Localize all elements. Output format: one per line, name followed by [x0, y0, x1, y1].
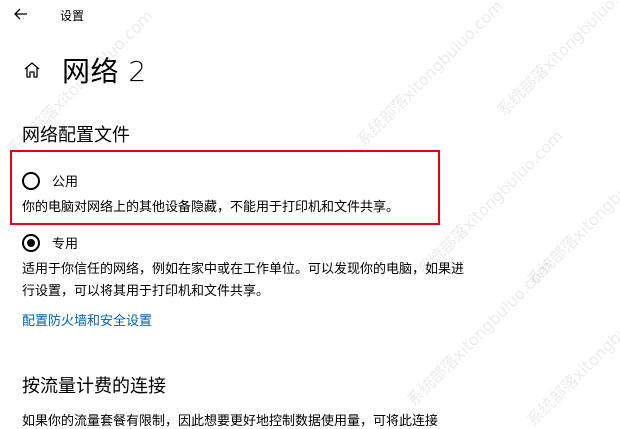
radio-checked-icon[interactable] [22, 233, 40, 252]
radio-dot [27, 238, 35, 247]
radio-private-label: 专用 [52, 237, 79, 252]
watermark-text: 系统部落xitongbuluo.com [523, 136, 620, 290]
firewall-settings-link[interactable]: 配置防火墙和安全设置 [22, 310, 152, 329]
back-button[interactable] [10, 3, 32, 25]
public-description: 你的电脑对网络上的其他设备隐藏，不能用于打印机和文件共享。 [22, 200, 400, 215]
back-arrow-icon [14, 8, 27, 20]
radio-public[interactable]: 公用 [22, 171, 78, 190]
watermark-text: 系统部落xitongbuluo.com [523, 276, 620, 427]
radio-unchecked-icon[interactable] [22, 171, 40, 190]
page-title: 网络 2 [62, 55, 147, 88]
network-profile-heading: 网络配置文件 [22, 125, 130, 146]
radio-private[interactable]: 专用 [22, 233, 78, 252]
private-description: 适用于你信任的网络，例如在家中或在工作单位。可以发现你的电脑，如果进行设置，可以… [22, 262, 465, 299]
home-icon[interactable] [22, 60, 42, 80]
top-bar: 设置 [0, 0, 620, 30]
radio-public-label: 公用 [52, 175, 79, 190]
page-header: 网络 2 [22, 52, 147, 88]
metered-description: 如果你的流量套餐有限制，因此想要更好地控制数据使用量，可将此连接 [22, 414, 439, 429]
metered-connection-heading: 按流量计费的连接 [22, 376, 166, 397]
window-title: 设置 [60, 9, 85, 23]
